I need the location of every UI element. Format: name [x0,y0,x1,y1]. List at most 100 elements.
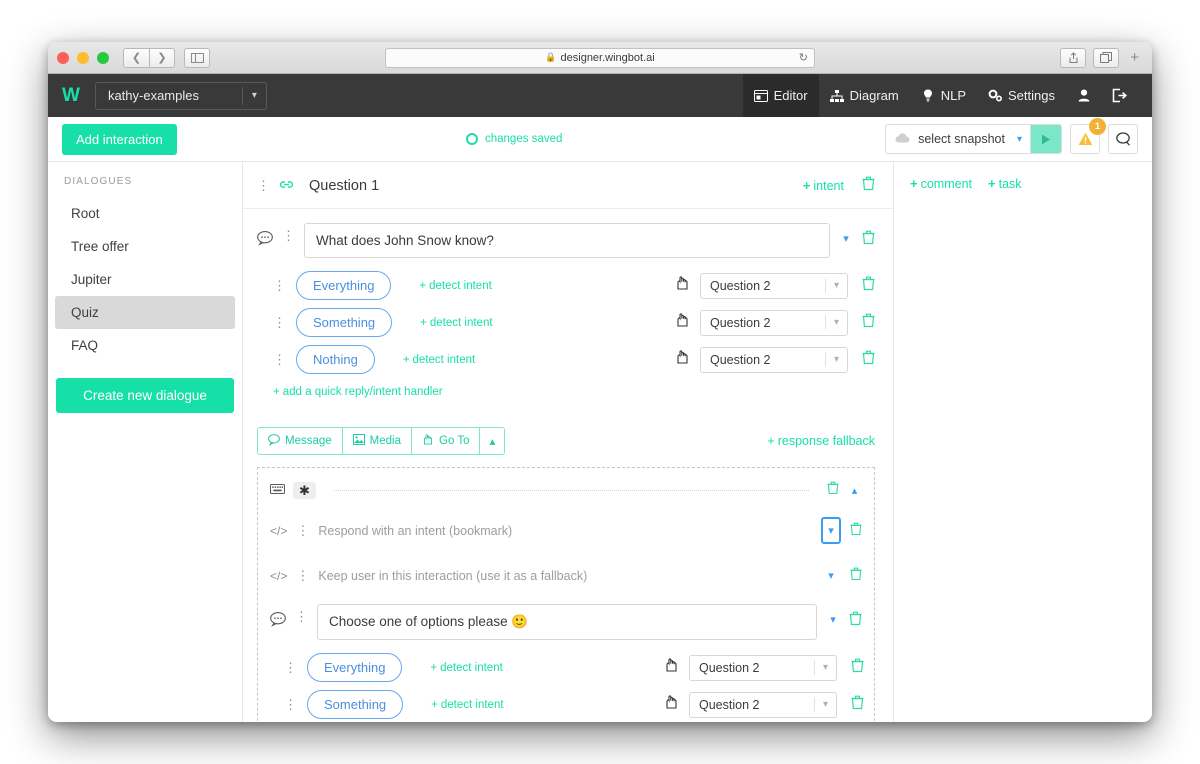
address-bar[interactable]: 🔒 designer.wingbot.ai ↻ [385,47,815,68]
drag-handle-icon[interactable]: ⋮ [284,661,297,674]
drag-handle-icon[interactable]: ⋮ [273,353,286,366]
chevron-down-icon[interactable]: ▾ [839,232,853,245]
sidebar-item-root[interactable]: Root [55,197,235,230]
dialogues-sidebar: DIALOGUES Root Tree offer Jupiter Quiz F… [48,162,243,722]
detect-intent-button[interactable]: + detect intent [419,280,534,292]
delete-interaction-button[interactable] [862,176,875,195]
close-window-button[interactable] [57,51,69,64]
create-new-dialogue-button[interactable]: Create new dialogue [56,378,234,413]
quick-reply-pill[interactable]: Something [307,690,404,719]
detect-intent-button[interactable]: + detect intent [430,662,545,674]
back-icon[interactable]: ❮ [123,47,149,68]
tab-goto[interactable]: Go To [412,428,481,454]
delete-fallback-rule-button[interactable] [850,522,862,540]
minimize-window-button[interactable] [77,51,89,64]
wildcard-badge[interactable]: ✱ [293,481,316,499]
goto-target-select[interactable]: Question 2 ▾ [700,272,848,299]
delete-quick-reply-button[interactable] [862,313,875,332]
tabs-icon[interactable] [1093,47,1120,68]
chevron-down-icon[interactable]: ▾ [821,517,841,544]
quick-reply-pill[interactable]: Something [296,308,393,337]
new-tab-button[interactable]: + [1126,49,1143,66]
comments-button[interactable] [1108,124,1138,154]
chevron-down-icon[interactable]: ▾ [821,562,841,589]
user-menu-button[interactable] [1066,74,1102,117]
goto-target-select[interactable]: Question 2 ▾ [700,346,848,373]
plus-icon: + [988,176,996,191]
reload-icon[interactable]: ↻ [799,51,808,64]
nav-item-diagram[interactable]: Diagram [819,74,910,117]
snapshot-selector[interactable]: select snapshot ▾ [885,124,1062,154]
sidebar-item-quiz[interactable]: Quiz [55,296,235,329]
detect-intent-button[interactable]: + detect intent [431,699,546,711]
delete-message-button[interactable] [862,230,875,249]
goto-target-value: Question 2 [699,697,760,712]
fallback-header-row: ✱ ▴ [268,478,864,508]
drag-handle-icon[interactable]: ⋮ [296,569,309,582]
link-icon[interactable] [279,177,294,195]
wingbot-logo[interactable]: W [62,85,80,107]
share-icon[interactable] [1060,47,1087,68]
delete-message-button[interactable] [849,611,862,630]
logout-button[interactable] [1102,74,1138,117]
warning-count-badge: 1 [1089,118,1106,135]
goto-target-select[interactable]: Question 2 ▾ [689,691,837,718]
drag-handle-icon[interactable]: ⋮ [282,229,295,242]
maximize-window-button[interactable] [97,51,109,64]
divider [333,489,809,491]
delete-quick-reply-button[interactable] [862,350,875,369]
sidebar-item-jupiter[interactable]: Jupiter [55,263,235,296]
add-intent-button[interactable]: + intent [803,178,844,193]
delete-fallback-rule-button[interactable] [850,567,862,585]
drag-handle-icon[interactable]: ⋮ [273,279,286,292]
detect-intent-button[interactable]: + detect intent [420,317,535,329]
add-response-fallback-button[interactable]: + response fallback [767,434,875,448]
gears-icon [988,89,1002,103]
goto-target-select[interactable]: Question 2 ▾ [700,309,848,336]
drag-handle-icon[interactable]: ⋮ [257,179,270,192]
project-selector[interactable]: kathy-examples ▾ [94,81,267,110]
message-input[interactable]: What does John Snow know? [304,223,830,258]
quick-reply-pill[interactable]: Everything [296,271,392,300]
delete-quick-reply-button[interactable] [851,695,864,714]
add-interaction-button[interactable]: Add interaction [62,123,177,155]
app-header: W kathy-examples ▾ Editor Diagram NLP Se… [48,74,1152,117]
nav-item-diagram-label: Diagram [849,88,899,103]
interaction-header-actions: + intent [803,176,875,195]
nav-item-nlp[interactable]: NLP [910,74,977,117]
nav-item-settings[interactable]: Settings [977,74,1066,117]
sidebar-item-tree-offer[interactable]: Tree offer [55,230,235,263]
editor-scroll-area[interactable]: ⋮ Question 1 + intent ⋮ What does John S… [243,162,893,722]
goto-target-select[interactable]: Question 2 ▾ [689,654,837,681]
quick-reply-pill[interactable]: Nothing [296,345,375,374]
sidebar-toggle-icon[interactable] [184,47,210,68]
tab-message[interactable]: Message [258,428,343,454]
sidebar-item-faq[interactable]: FAQ [55,329,235,362]
fallback-rule-row: </> ⋮ Respond with an intent (bookmark) … [268,508,864,553]
tab-media[interactable]: Media [342,428,412,454]
lightbulb-icon [921,89,935,103]
tab-goto-label: Go To [439,435,470,447]
drag-handle-icon[interactable]: ⋮ [295,610,308,623]
nav-item-nlp-label: NLP [940,88,967,103]
drag-handle-icon[interactable]: ⋮ [273,316,286,329]
drag-handle-icon[interactable]: ⋮ [284,698,297,711]
chevron-down-icon[interactable]: ▾ [826,613,840,626]
delete-quick-reply-button[interactable] [862,276,875,295]
delete-fallback-button[interactable] [827,481,839,499]
quick-reply-row: ⋮ Everything + detect intent Question 2 [273,271,875,300]
collapse-tabs-button[interactable]: ▴ [480,428,505,454]
add-task-button[interactable]: + task [988,176,1022,191]
nav-item-editor[interactable]: Editor [742,74,819,117]
chevron-up-icon[interactable]: ▴ [847,484,862,497]
detect-intent-button[interactable]: + detect intent [403,354,518,366]
forward-icon[interactable]: ❯ [149,47,175,68]
quick-reply-pill[interactable]: Everything [307,653,403,682]
warnings-button[interactable]: 1 [1070,118,1106,154]
run-snapshot-button[interactable] [1030,125,1061,153]
message-input[interactable]: Choose one of options please 🙂 [317,604,817,640]
drag-handle-icon[interactable]: ⋮ [296,524,309,537]
add-comment-button[interactable]: + comment [910,176,972,191]
delete-quick-reply-button[interactable] [851,658,864,677]
add-quick-reply-button[interactable]: + add a quick reply/intent handler [273,386,443,398]
